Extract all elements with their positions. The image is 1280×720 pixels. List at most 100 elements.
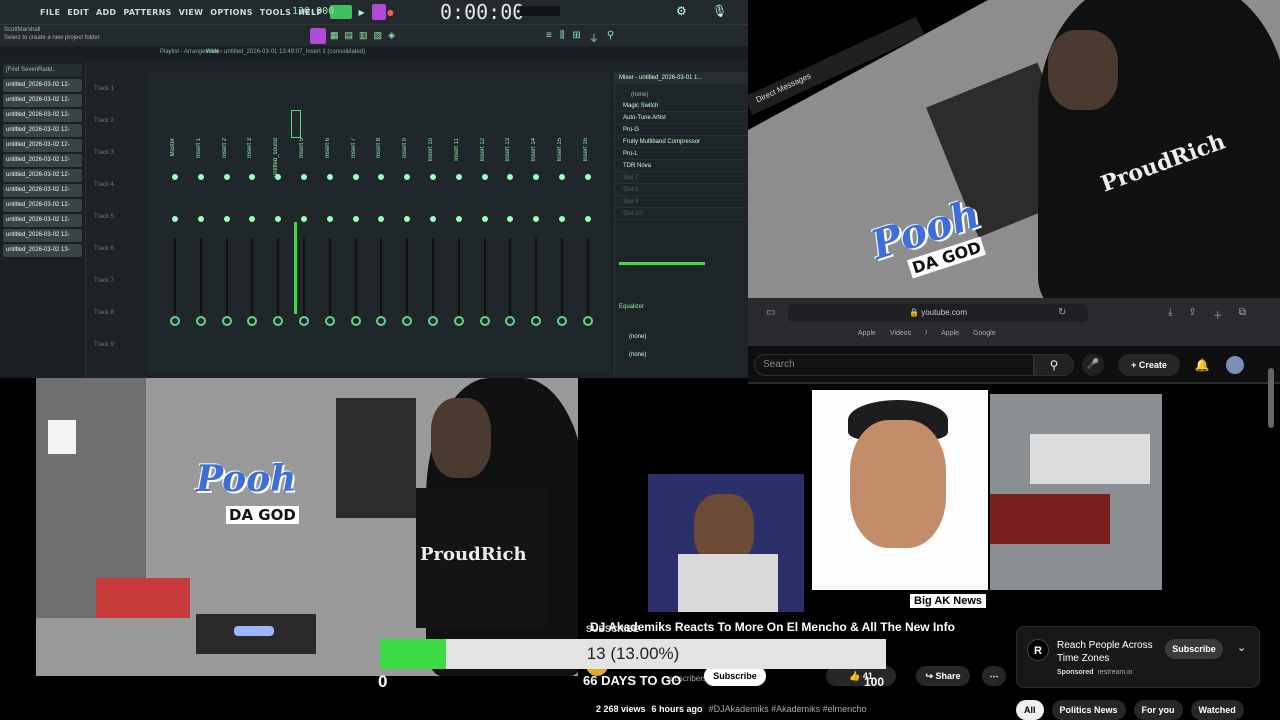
knob[interactable]	[249, 174, 256, 180]
browser-item[interactable]: untitled_2026-03-02 12-	[3, 94, 82, 107]
knob[interactable]	[301, 174, 307, 180]
knob[interactable]	[507, 174, 514, 180]
browser-item[interactable]: untitled_2026-03-02 12-	[3, 199, 82, 212]
mixer-strip[interactable]: Insert 12	[474, 88, 496, 358]
send-knob[interactable]	[195, 316, 206, 326]
mixer-strip[interactable]: Insert 1	[190, 88, 212, 358]
volume-fader[interactable]	[535, 238, 538, 316]
send-knob[interactable]	[221, 316, 232, 326]
mixer-strip[interactable]: Insert 13	[499, 88, 521, 358]
knob[interactable]	[172, 216, 178, 222]
sidebar-icon[interactable]: ▭	[766, 307, 775, 318]
fx-slot[interactable]: Magic Switch	[615, 100, 748, 112]
piano-roll-icon[interactable]: ▤	[345, 30, 354, 41]
knob[interactable]	[301, 216, 307, 222]
fx-footer-2[interactable]: (none)	[629, 352, 646, 358]
track-label[interactable]: Track 6	[94, 246, 114, 252]
knob[interactable]	[481, 174, 488, 180]
browser-item[interactable]: untitled_2026-03-02 12-	[3, 124, 82, 137]
share-icon[interactable]: ⇪	[1188, 307, 1196, 322]
send-knob[interactable]	[376, 316, 387, 326]
reload-icon[interactable]: ↻	[1058, 307, 1066, 318]
share-button[interactable]: ↪ Share	[916, 666, 970, 686]
ad-subscribe-button[interactable]: Subscribe	[1165, 639, 1223, 659]
knob[interactable]	[197, 216, 204, 222]
browser-item[interactable]: untitled_2026-03-02 12-	[3, 154, 82, 167]
knob[interactable]	[378, 174, 385, 180]
mixer-strip[interactable]: Insert 10	[422, 88, 444, 358]
knob[interactable]	[507, 216, 514, 222]
knob[interactable]	[326, 216, 333, 222]
browser-item[interactable]: untitled_2026-03-02 12-	[3, 214, 82, 227]
track-label[interactable]: Track 1	[94, 86, 114, 92]
volume-fader[interactable]	[432, 238, 434, 316]
knob[interactable]	[404, 174, 411, 180]
channel-rack-icon[interactable]: ▧	[374, 30, 383, 41]
track-label[interactable]: Track 9	[94, 342, 114, 348]
mixer-view-icon[interactable]: ⫼	[560, 30, 565, 45]
gear-icon[interactable]: ⚙	[676, 4, 687, 18]
knob[interactable]	[378, 216, 385, 222]
mixer-strip[interactable]: Insert 3	[241, 88, 263, 358]
knob[interactable]	[352, 216, 359, 222]
send-knob[interactable]	[582, 316, 593, 326]
tempo-display[interactable]: 130.000	[292, 6, 334, 17]
pattern-selector-icon[interactable]	[372, 4, 386, 20]
hashtags[interactable]: #DJAkademiks #Akademiks #elmencho	[709, 704, 867, 714]
subscribe-button[interactable]: Subscribe	[704, 666, 766, 686]
knob[interactable]	[559, 174, 565, 180]
menu-options[interactable]: OPTIONS	[210, 8, 252, 17]
track-label[interactable]: Track 4	[94, 182, 114, 188]
menu-add[interactable]: ADD	[96, 8, 116, 17]
search-icon[interactable]: ⚲	[1034, 354, 1074, 376]
knob[interactable]	[352, 174, 359, 180]
chip-watched[interactable]: Watched	[1190, 700, 1244, 720]
knob[interactable]	[430, 174, 436, 180]
send-knob[interactable]	[428, 316, 438, 326]
chip-politics-news[interactable]: Politics News	[1051, 700, 1126, 720]
video-player[interactable]: Big AK News	[648, 390, 1204, 618]
knob[interactable]	[249, 216, 256, 222]
search-input[interactable]: Search	[754, 354, 1034, 376]
mixer-strip[interactable]: Insert 6	[319, 88, 341, 358]
page-scrollbar[interactable]	[1268, 368, 1274, 428]
address-bar[interactable]: 🔒 youtube.com	[788, 304, 1088, 322]
knob[interactable]	[533, 216, 540, 222]
fx-footer-1[interactable]: (none)	[629, 334, 646, 340]
fx-slot[interactable]: Fruity Multiband Compressor	[615, 136, 748, 148]
browser-icon[interactable]: ▥	[359, 30, 368, 41]
fx-slot[interactable]: Slot 9	[615, 196, 748, 208]
mixer-strip[interactable]: untitled_sound	[267, 88, 289, 358]
knob[interactable]	[223, 216, 230, 222]
menu-tools[interactable]: TOOLS	[260, 8, 291, 17]
track-label[interactable]: Track 7	[94, 278, 114, 284]
channel-name[interactable]: SUBSCRIBE	[586, 624, 639, 634]
menu-view[interactable]: VIEW	[179, 8, 204, 17]
more-icon[interactable]: ⋯	[982, 666, 1006, 686]
send-knob[interactable]	[170, 316, 180, 326]
mixer-strip[interactable]: Insert 15	[551, 88, 573, 358]
create-button[interactable]: + Create	[1118, 354, 1180, 376]
fx-slot[interactable]: Slot 10	[615, 208, 748, 220]
browser-item[interactable]: untitled_2026-03-02 12-	[3, 229, 82, 242]
chip-for-you[interactable]: For you	[1133, 700, 1183, 720]
mixer-strip[interactable]: Insert 7	[345, 88, 367, 358]
volume-fader[interactable]	[354, 238, 357, 316]
browser-item[interactable]: untitled_2026-03-02 13-	[3, 244, 82, 257]
volume-fader[interactable]	[277, 238, 280, 316]
download-icon[interactable]: ⤓	[1168, 307, 1172, 322]
knob[interactable]	[404, 216, 411, 222]
chip-all[interactable]: All	[1016, 700, 1044, 720]
fx-slot[interactable]: Pro-L	[615, 148, 748, 160]
knob[interactable]	[455, 174, 462, 180]
knob[interactable]	[275, 216, 282, 222]
volume-fader[interactable]	[380, 238, 383, 316]
sponsored-ad[interactable]: R Reach People Across Time Zones Sponsor…	[1016, 626, 1260, 688]
volume-fader[interactable]	[225, 238, 228, 316]
fx-slot[interactable]: Auto-Tune Artist	[615, 112, 748, 124]
mixer-strip[interactable]: Insert 11	[448, 88, 470, 358]
mic-icon[interactable]: 🎙	[712, 4, 727, 18]
knob[interactable]	[326, 174, 333, 180]
browser-item[interactable]: untitled_2026-03-02 12-	[3, 139, 82, 152]
menu-edit[interactable]: EDIT	[67, 8, 89, 17]
